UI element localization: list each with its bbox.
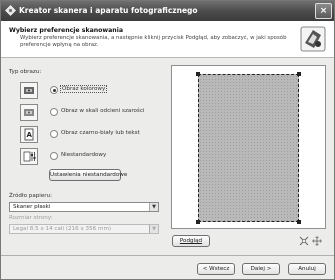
title-bar[interactable]: Kreator skanera i aparatu fotograficzneg…	[1, 1, 334, 21]
page-size-value: Legal 8.5 x 14 cali (216 x 356 mm)	[13, 226, 112, 232]
crop-handle-top-right[interactable]	[297, 72, 301, 76]
footer-divider	[1, 255, 334, 256]
header-description: Wybierz preferencje skanowania, a następ…	[20, 35, 287, 48]
page-size-label: Rozmiar strony:	[9, 215, 53, 221]
wizard-header: Wybierz preferencje skanowania Wybierz p…	[1, 21, 334, 58]
option-custom[interactable]: Niestandardowy	[20, 148, 170, 166]
svg-text:A: A	[27, 131, 33, 139]
color-picture-label[interactable]: Obraz kolorowy	[59, 85, 108, 93]
chevron-down-icon[interactable]: ▼	[149, 225, 158, 233]
paper-source-value: Skaner płaski	[13, 204, 51, 210]
scanner-camera-wizard-icon	[300, 26, 326, 52]
scanner-app-icon	[5, 5, 16, 16]
black-white-text-radio[interactable]	[50, 130, 58, 138]
option-black-white-text[interactable]: A Obraz czarno-biały lub tekst	[20, 126, 170, 144]
picture-type-label: Typ obrazu:	[9, 69, 42, 75]
header-title: Wybierz preferencje skanowania	[9, 27, 123, 34]
custom-radio[interactable]	[50, 152, 58, 160]
window-title: Kreator skanera i aparatu fotograficzneg…	[19, 6, 198, 15]
custom-settings-button[interactable]: Ustawienia niestandardowe	[49, 169, 127, 181]
chevron-down-icon[interactable]: ▼	[149, 203, 158, 211]
scan-area[interactable]	[196, 72, 301, 224]
paper-source-select[interactable]: Skaner płaski ▼	[9, 202, 159, 212]
fit-icon[interactable]	[299, 236, 309, 246]
preview-panel	[171, 65, 326, 229]
color-picture-radio[interactable]	[50, 86, 58, 94]
grayscale-picture-icon	[20, 104, 38, 121]
preview-button-label: Podgląd	[179, 238, 203, 244]
page-size-select[interactable]: Legal 8.5 x 14 cali (216 x 356 mm) ▼	[9, 224, 159, 234]
custom-label[interactable]: Niestandardowy	[61, 152, 106, 158]
cancel-button[interactable]: Anuluj	[288, 263, 326, 275]
option-grayscale-picture[interactable]: Obraz w skali odcieni szarości	[20, 104, 170, 122]
back-button[interactable]: < Wstecz	[197, 263, 235, 275]
scanner-wizard-window: Kreator skanera i aparatu fotograficzneg…	[0, 0, 335, 280]
custom-settings-icon	[20, 148, 38, 165]
option-color-picture[interactable]: Obraz kolorowy	[20, 82, 170, 100]
crop-handle-bottom-left[interactable]	[196, 220, 200, 224]
close-button[interactable]: ×	[315, 3, 332, 19]
black-white-text-label[interactable]: Obraz czarno-biały lub tekst	[61, 130, 140, 136]
crop-handle-bottom-right[interactable]	[297, 220, 301, 224]
enlarge-icon[interactable]	[312, 236, 322, 246]
crop-handle-top-left[interactable]	[196, 72, 200, 76]
black-white-text-icon: A	[20, 126, 38, 143]
grayscale-picture-label[interactable]: Obraz w skali odcieni szarości	[61, 108, 144, 114]
next-button[interactable]: Dalej >	[242, 263, 280, 275]
color-picture-icon	[20, 82, 38, 99]
paper-source-label: Źródło papieru:	[9, 193, 53, 199]
grayscale-picture-radio[interactable]	[50, 108, 58, 116]
preview-button[interactable]: Podgląd	[172, 235, 210, 247]
close-icon: ×	[319, 6, 328, 16]
